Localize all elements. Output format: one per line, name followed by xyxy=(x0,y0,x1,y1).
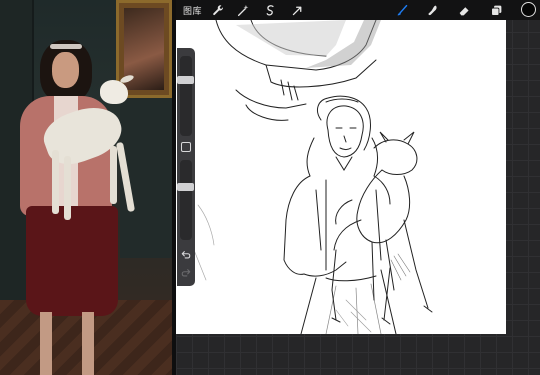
lamb-leg xyxy=(110,146,117,204)
transform-arrow-icon[interactable] xyxy=(288,1,306,19)
skirt xyxy=(26,206,118,316)
lamb-leg xyxy=(64,156,71,220)
brush-icon[interactable] xyxy=(393,1,411,19)
opacity-thumb[interactable] xyxy=(177,183,194,191)
sketch-drawing xyxy=(193,20,433,334)
color-picker-button[interactable] xyxy=(521,2,536,17)
modify-button[interactable] xyxy=(181,142,191,152)
redo-icon xyxy=(181,269,191,277)
drawing-canvas[interactable] xyxy=(176,20,506,334)
headband xyxy=(50,44,82,49)
sidebar xyxy=(177,48,195,286)
leg-left xyxy=(40,312,52,375)
layers-icon[interactable] xyxy=(487,1,505,19)
undo-icon xyxy=(181,251,191,259)
painting-frame xyxy=(116,0,172,98)
face xyxy=(52,52,79,88)
brush-size-slider[interactable] xyxy=(177,56,194,136)
top-toolbar: 图库 xyxy=(176,0,540,20)
reference-photo xyxy=(0,0,172,375)
gallery-button[interactable]: 图库 xyxy=(183,4,202,17)
smudge-icon[interactable] xyxy=(423,1,441,19)
opacity-slider[interactable] xyxy=(177,160,194,240)
lamb-leg xyxy=(52,150,59,214)
wrench-icon[interactable] xyxy=(209,1,227,19)
leg-right xyxy=(82,312,94,375)
magic-wand-icon[interactable] xyxy=(234,1,252,19)
brush-size-thumb[interactable] xyxy=(177,76,194,84)
redo-button[interactable] xyxy=(177,266,195,280)
lamb-head xyxy=(100,80,128,104)
selection-icon[interactable] xyxy=(261,1,279,19)
undo-button[interactable] xyxy=(177,248,195,262)
eraser-icon[interactable] xyxy=(455,1,473,19)
